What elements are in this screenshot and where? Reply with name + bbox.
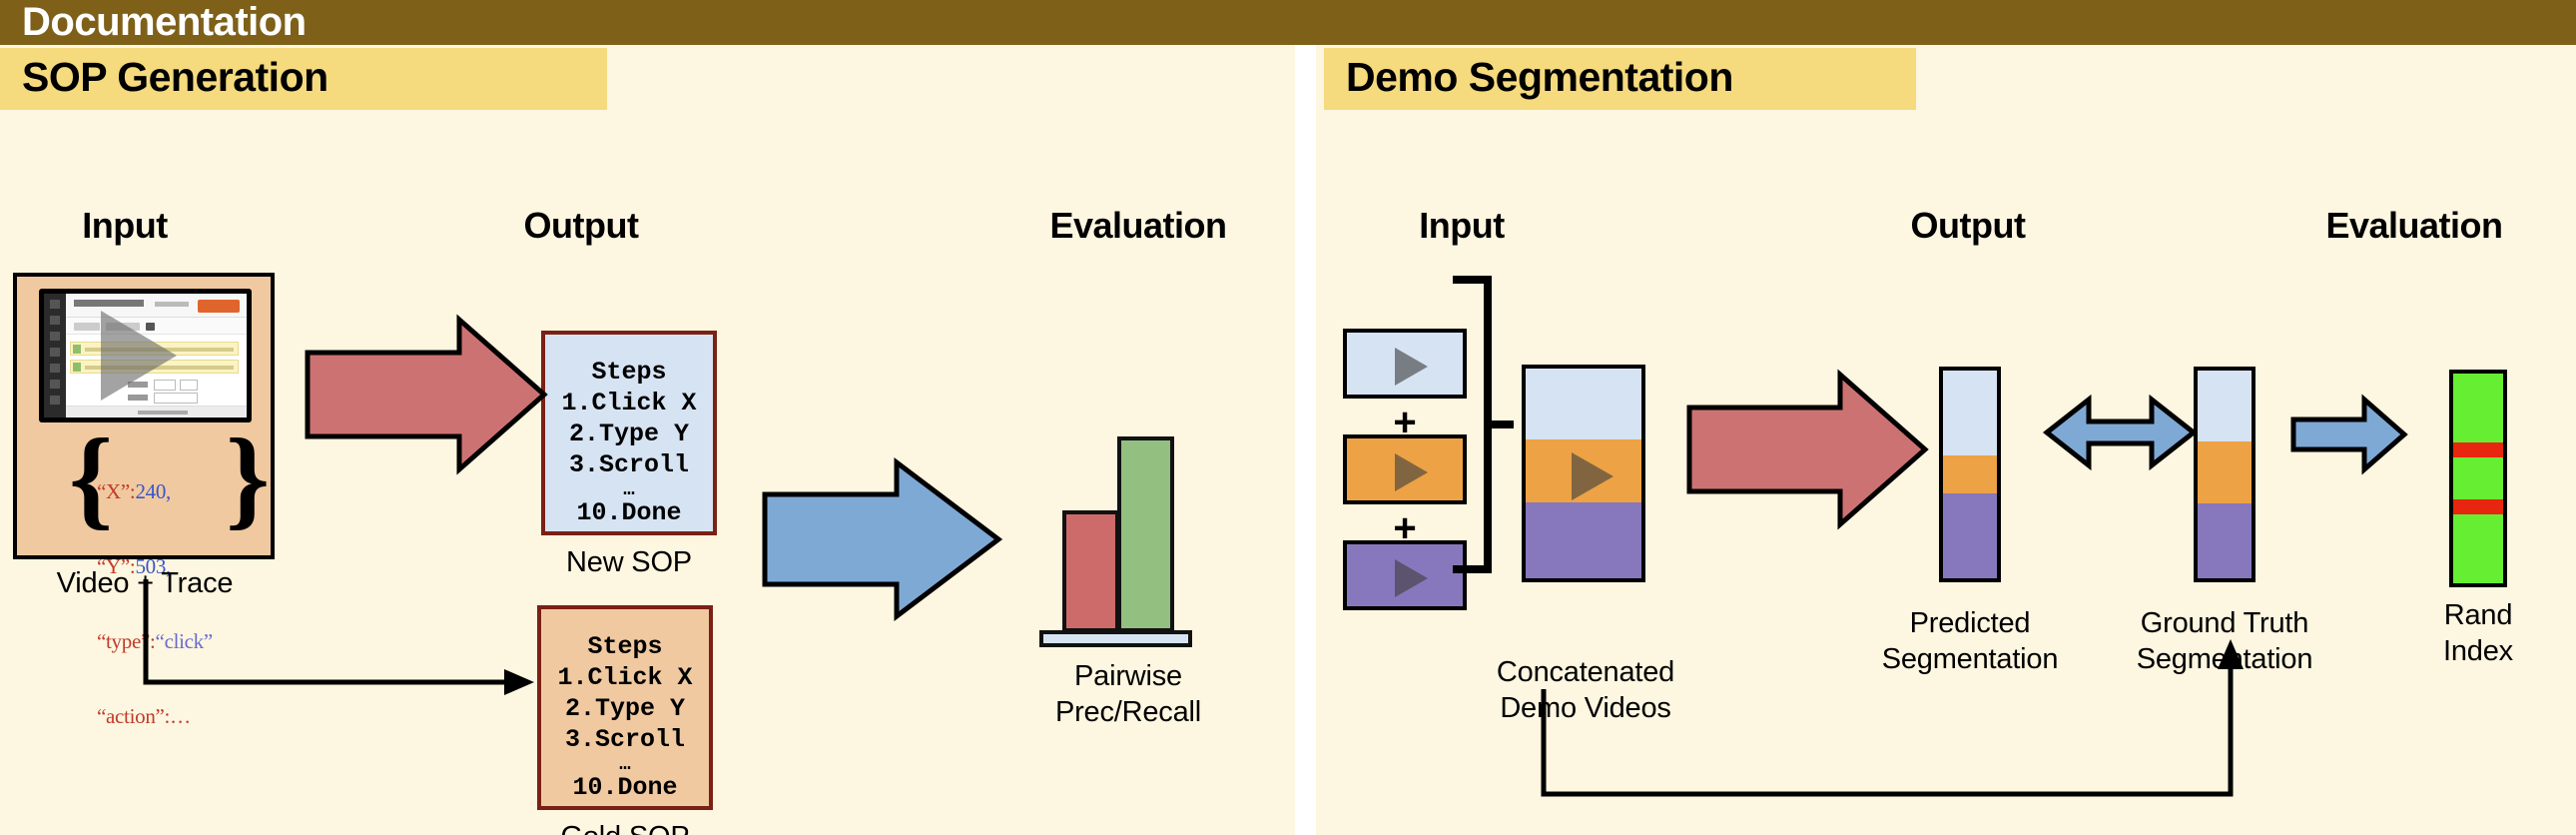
trace-value-3: … xyxy=(170,704,191,728)
new-sop-line-0: Steps xyxy=(591,358,667,387)
video-thumb-orange[interactable] xyxy=(1343,434,1467,504)
gold-sop-line-0: Steps xyxy=(587,632,663,661)
predicted-caption-line2: Segmentation xyxy=(1881,643,2059,675)
gold-sop-caption: Gold SOP xyxy=(495,819,755,835)
gold-sop-line-2: 2.Type Y xyxy=(564,694,686,723)
trace-json: “X”:240, “Y”:503, “type”:“click” “action… xyxy=(97,429,213,779)
gold-sop-box[interactable]: Steps 1.Click X 2.Type Y 3.Scroll … 10.D… xyxy=(537,605,713,810)
trace-key-3: “action”: xyxy=(97,704,171,728)
predicted-segment-3 xyxy=(1943,492,1997,578)
sop-generation-title: SOP Generation xyxy=(22,54,328,100)
play-triangle-icon[interactable] xyxy=(1572,452,1613,500)
ground-truth-segmentation-bar[interactable] xyxy=(2194,367,2255,582)
trace-key-2: “type”: xyxy=(97,629,156,653)
predicted-segmentation-bar[interactable] xyxy=(1939,367,2001,582)
ground-truth-segment-2 xyxy=(2198,440,2252,504)
video-thumb-purple[interactable] xyxy=(1343,540,1467,610)
left-column-heading-output: Output xyxy=(523,205,639,246)
rand-segment-match-2 xyxy=(2453,457,2503,499)
gold-sop-line-5: 10.Done xyxy=(572,773,678,802)
trace-value-0: 240, xyxy=(135,479,172,503)
llm-arrow-label-left: LLM xyxy=(352,382,428,422)
rand-segment-match-1 xyxy=(2453,374,2503,443)
rand-index-caption-line1: Rand xyxy=(2443,599,2513,631)
predicted-segment-1 xyxy=(1943,371,1997,456)
llm-arrow-label-right: LLM xyxy=(1752,437,1828,478)
new-sop-line-1: 1.Click X xyxy=(561,389,697,418)
concat-segment-3 xyxy=(1526,502,1641,578)
right-column-heading-input: Input xyxy=(1419,205,1505,246)
app-sidebar xyxy=(44,294,66,418)
brace-close: } xyxy=(226,417,271,540)
new-sop-caption: New SOP xyxy=(566,546,692,578)
evaluation-caption-line2: Prec/Recall xyxy=(1054,696,1202,728)
play-triangle-icon[interactable] xyxy=(1395,453,1428,491)
video-thumb-blue[interactable] xyxy=(1343,329,1467,399)
panel-sop-generation: SOP Generation Input Output Evaluation {… xyxy=(0,45,1295,835)
bar-recall xyxy=(1117,436,1174,632)
ground-truth-segment-1 xyxy=(2198,371,2252,441)
evaluation-caption-line1: Pairwise xyxy=(1074,660,1182,692)
right-column-heading-evaluation: Evaluation xyxy=(2325,205,2503,246)
bar-precision xyxy=(1062,510,1119,632)
video-trace-caption: Video + Trace xyxy=(56,567,234,599)
trace-key-0: “X”: xyxy=(97,479,136,503)
gpt4-arrow-label: GPT4 xyxy=(836,534,932,575)
concatenated-caption-line1: Concatenated xyxy=(1496,656,1675,688)
concatenated-demo-video-bar[interactable] xyxy=(1522,365,1645,582)
new-sop-line-5: 10.Done xyxy=(576,498,682,527)
trace-value-2: “click” xyxy=(155,629,214,653)
panel-divider xyxy=(1295,45,1316,835)
ground-truth-caption-line1: Ground Truth xyxy=(2140,607,2309,639)
ground-truth-segment-3 xyxy=(2198,503,2252,578)
predicted-segment-2 xyxy=(1943,455,1997,493)
predicted-caption-line1: Predicted xyxy=(1909,607,2031,639)
play-triangle-icon[interactable] xyxy=(101,311,177,401)
left-column-heading-input: Input xyxy=(82,205,168,246)
play-triangle-icon[interactable] xyxy=(1395,559,1428,597)
ground-truth-caption-line2: Segmentation xyxy=(2136,643,2313,675)
play-triangle-icon[interactable] xyxy=(1395,348,1428,386)
new-sop-line-2: 2.Type Y xyxy=(568,419,690,448)
video-trace-card[interactable]: { } “X”:240, “Y”:503, “type”:“click” “ac… xyxy=(13,273,275,728)
figure-root: Documentation SOP Generation Input Outpu… xyxy=(0,0,2576,835)
page-title: Documentation xyxy=(22,0,307,44)
gold-sop-line-1: 1.Click X xyxy=(557,663,693,692)
new-sop-box[interactable]: Steps 1.Click X 2.Type Y 3.Scroll … 10.D… xyxy=(541,331,717,535)
demo-segmentation-title: Demo Segmentation xyxy=(1346,54,1733,100)
video-thumbnail-laptop[interactable] xyxy=(39,289,252,422)
concat-segment-1 xyxy=(1526,369,1641,440)
bar-chart-baseline xyxy=(1039,630,1192,647)
left-column-heading-evaluation: Evaluation xyxy=(1049,205,1227,246)
concatenated-caption-line2: Demo Videos xyxy=(1500,692,1671,724)
panel-demo-segmentation: Demo Segmentation Input Output Evaluatio… xyxy=(1316,45,2576,835)
rand-index-bar[interactable] xyxy=(2449,370,2507,587)
rand-segment-match-3 xyxy=(2453,513,2503,583)
rand-segment-mismatch-1 xyxy=(2453,442,2503,457)
rand-segment-mismatch-2 xyxy=(2453,499,2503,514)
topbar: Documentation xyxy=(0,0,2576,45)
right-column-heading-output: Output xyxy=(1910,205,2026,246)
rand-index-caption-line2: Index xyxy=(2443,635,2513,667)
